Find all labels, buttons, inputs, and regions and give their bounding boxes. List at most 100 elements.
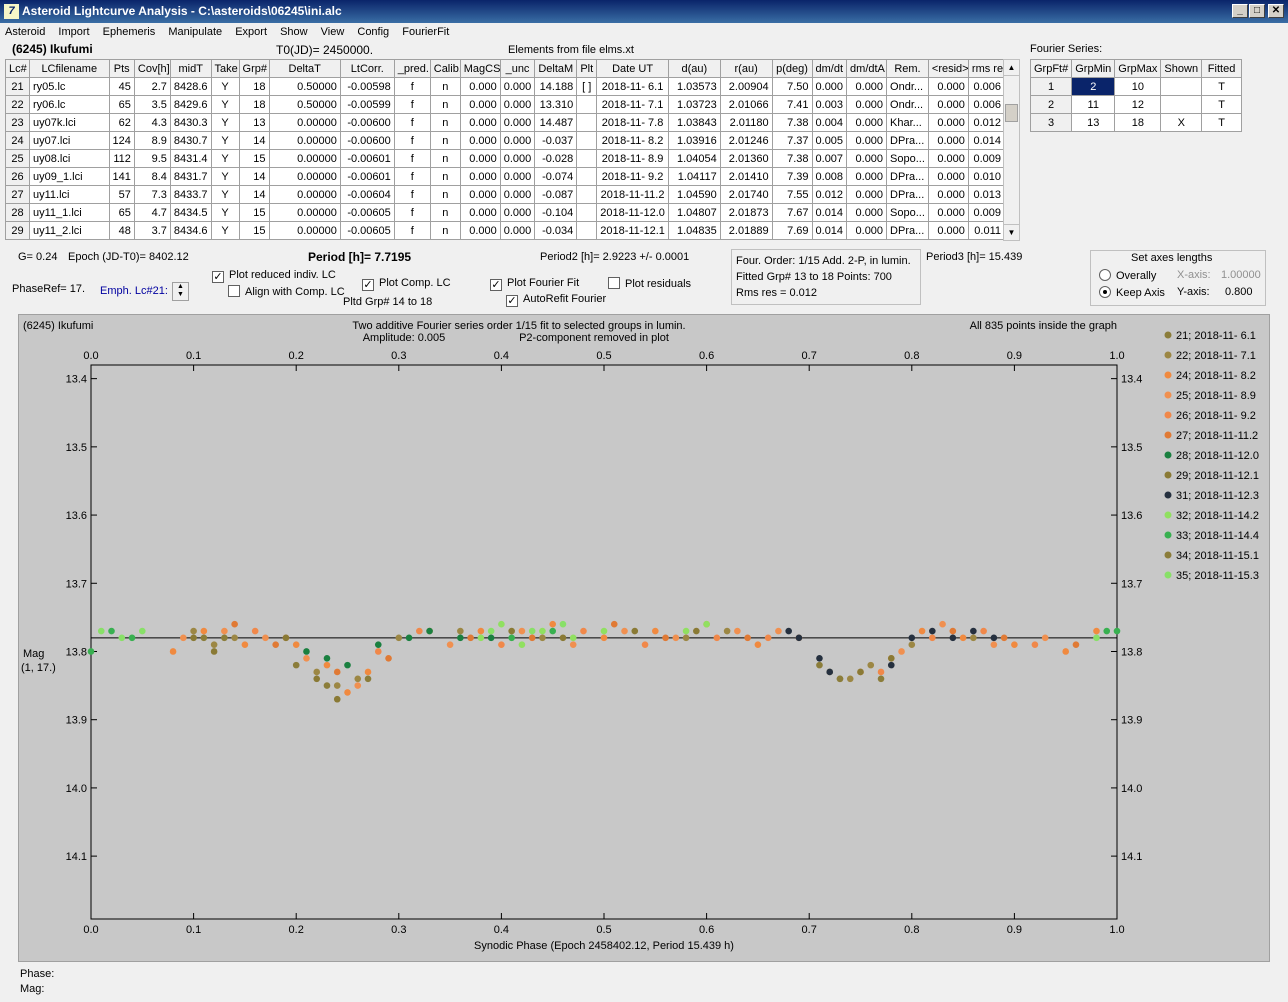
plot-canvas[interactable]: (6245) Ikufumi Two additive Fourier seri… xyxy=(19,315,1269,961)
table-cell[interactable]: uy11.lci xyxy=(29,185,110,204)
table-cell[interactable]: 0.009 xyxy=(967,149,1005,168)
table-cell[interactable]: 57 xyxy=(108,185,135,204)
table-cell[interactable] xyxy=(576,203,598,222)
table-cell[interactable]: 0.011 xyxy=(967,221,1005,240)
table-cell[interactable]: 8434.6 xyxy=(169,221,212,240)
table-cell[interactable]: 0.012 xyxy=(811,185,848,204)
table-cell[interactable]: 65 xyxy=(108,203,135,222)
menu-export[interactable]: Export xyxy=(230,23,272,38)
table-cell[interactable]: 0.000 xyxy=(459,203,501,222)
table-cell[interactable]: 8431.4 xyxy=(169,149,212,168)
table-cell[interactable]: Sopo... xyxy=(886,149,929,168)
table-cell[interactable]: 1.04117 xyxy=(667,167,721,186)
table-cell[interactable]: T xyxy=(1201,113,1243,132)
table-cell[interactable]: n xyxy=(429,185,461,204)
table-cell[interactable]: Y xyxy=(210,203,240,222)
scroll-down-icon[interactable]: ▼ xyxy=(1004,224,1019,240)
table-cell[interactable]: 7.3 xyxy=(133,185,171,204)
table-cell[interactable]: 1.04590 xyxy=(667,185,721,204)
lc-col-header[interactable]: DeltaM xyxy=(534,59,578,78)
table-cell[interactable]: 0.000 xyxy=(499,113,536,132)
table-cell[interactable] xyxy=(576,167,598,186)
table-cell[interactable]: 14 xyxy=(238,167,270,186)
table-cell[interactable]: 0.000 xyxy=(846,113,888,132)
table-cell[interactable]: 10 xyxy=(1114,77,1162,96)
table-cell[interactable]: -0.00605 xyxy=(339,221,395,240)
table-cell[interactable]: ry06.lc xyxy=(29,95,110,114)
row-header[interactable]: 26 xyxy=(5,167,30,186)
table-cell[interactable]: 3.7 xyxy=(133,221,171,240)
table-cell[interactable]: 8433.7 xyxy=(169,185,212,204)
table-cell[interactable]: 9.5 xyxy=(133,149,171,168)
table-cell[interactable]: X xyxy=(1160,113,1203,132)
table-cell[interactable]: 12 xyxy=(1114,95,1162,114)
row-header[interactable]: 2 xyxy=(1029,95,1073,114)
table-cell[interactable]: -0.104 xyxy=(534,203,578,222)
table-cell[interactable]: 0.000 xyxy=(927,203,969,222)
table-cell[interactable]: Y xyxy=(210,167,240,186)
table-cell[interactable]: n xyxy=(429,95,461,114)
table-cell[interactable]: 0.000 xyxy=(927,113,969,132)
table-cell[interactable]: T xyxy=(1201,77,1243,96)
table-cell[interactable]: f xyxy=(393,113,431,132)
table-cell[interactable]: 3.5 xyxy=(133,95,171,114)
lc-col-header[interactable]: MagCS xyxy=(459,59,501,78)
table-cell[interactable]: 8431.7 xyxy=(169,167,212,186)
table-cell[interactable]: n xyxy=(429,131,461,150)
table-cell[interactable]: 1.03573 xyxy=(667,77,721,96)
table-cell[interactable]: 2.01360 xyxy=(719,149,773,168)
table-cell[interactable]: -0.00605 xyxy=(339,203,395,222)
table-cell[interactable]: 0.000 xyxy=(459,149,501,168)
table-cell[interactable]: n xyxy=(429,203,461,222)
table-cell[interactable]: -0.028 xyxy=(534,149,578,168)
plot-reduced-checkbox[interactable]: ✓ Plot reduced indiv. LC xyxy=(212,269,336,283)
table-cell[interactable]: 0.005 xyxy=(811,131,848,150)
table-cell[interactable]: 2.01410 xyxy=(719,167,773,186)
align-comp-checkbox[interactable]: Align with Comp. LC xyxy=(228,285,345,298)
table-cell[interactable]: 0.00000 xyxy=(268,149,341,168)
table-cell[interactable]: 0.000 xyxy=(459,185,501,204)
table-cell[interactable]: 7.39 xyxy=(771,167,813,186)
table-cell[interactable]: 0.000 xyxy=(459,95,501,114)
table-cell[interactable]: 7.69 xyxy=(771,221,813,240)
table-cell[interactable]: 2.7 xyxy=(133,77,171,96)
table-row[interactable]: 24 uy07.lci 124 8.9 8430.7 Y 14 0.00000 -0.00600… xyxy=(5,131,1005,150)
lc-col-header[interactable]: Cov[h] xyxy=(133,59,171,78)
minimize-button[interactable]: _ xyxy=(1232,4,1248,18)
table-cell[interactable]: 0.000 xyxy=(499,95,536,114)
table-cell[interactable]: 0.000 xyxy=(811,77,848,96)
fourier-row[interactable]: 2 11 12 T xyxy=(1029,95,1243,114)
table-cell[interactable]: 0.007 xyxy=(811,149,848,168)
overally-radio[interactable]: Overally xyxy=(1099,269,1156,282)
table-cell[interactable]: f xyxy=(393,185,431,204)
table-cell[interactable]: 13 xyxy=(1071,113,1116,132)
row-header[interactable]: 23 xyxy=(5,113,30,132)
lc-col-header[interactable]: r(au) xyxy=(719,59,773,78)
table-cell[interactable]: 7.67 xyxy=(771,203,813,222)
table-cell[interactable]: 0.014 xyxy=(811,203,848,222)
checkbox-icon[interactable]: ✓ xyxy=(506,295,518,307)
row-header[interactable]: 25 xyxy=(5,149,30,168)
table-cell[interactable]: 0.000 xyxy=(499,167,536,186)
table-cell[interactable]: 0.00000 xyxy=(268,185,341,204)
row-header[interactable]: 29 xyxy=(5,221,30,240)
table-cell[interactable]: 1.03916 xyxy=(667,131,721,150)
checkbox-icon[interactable]: ✓ xyxy=(490,279,502,291)
plot-comp-checkbox[interactable]: ✓ Plot Comp. LC xyxy=(362,277,451,291)
table-cell[interactable]: 0.000 xyxy=(927,185,969,204)
table-cell[interactable]: f xyxy=(393,221,431,240)
table-cell[interactable] xyxy=(576,95,598,114)
plot-residuals-checkbox[interactable]: Plot residuals xyxy=(608,277,691,290)
table-cell[interactable]: 14 xyxy=(238,185,270,204)
table-cell[interactable]: 2.01066 xyxy=(719,95,773,114)
table-cell[interactable]: Khar... xyxy=(886,113,929,132)
lc-col-header[interactable]: Calib. xyxy=(429,59,461,78)
table-cell[interactable]: 0.50000 xyxy=(268,95,341,114)
table-cell[interactable]: 14.487 xyxy=(534,113,578,132)
fourier-row[interactable]: 1 2 10 T xyxy=(1029,77,1243,96)
table-cell[interactable]: 2018-11- 7.1 xyxy=(596,95,669,114)
table-cell[interactable]: Y xyxy=(210,131,240,150)
table-cell[interactable]: 7.38 xyxy=(771,149,813,168)
table-cell[interactable]: 2.01740 xyxy=(719,185,773,204)
table-cell[interactable]: 124 xyxy=(108,131,135,150)
